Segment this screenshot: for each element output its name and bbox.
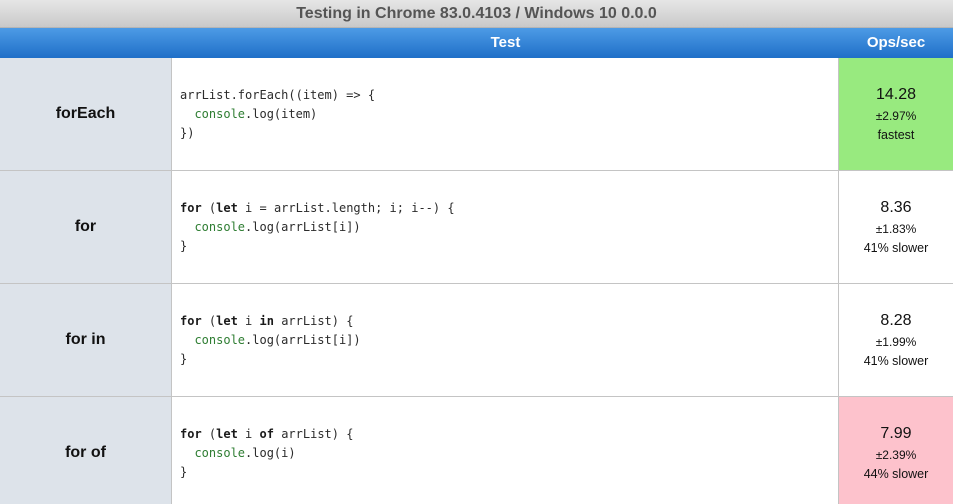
- ops-cell: 8.36 ±1.83% 41% slower: [839, 171, 953, 283]
- code-token: arrList) {: [273, 426, 354, 441]
- code-token: .log(i): [245, 445, 296, 460]
- code-line: }: [180, 237, 455, 256]
- code-token: .log(arrList[i]): [245, 219, 361, 234]
- ops-cell: 8.28 ±1.99% 41% slower: [839, 284, 953, 396]
- code-token: i = arrList.length; i; i--) {: [237, 200, 455, 215]
- ops-rank: 41% slower: [863, 354, 929, 368]
- test-name: for: [0, 171, 172, 283]
- table-row: for in for (let i in arrList) { console.…: [0, 284, 953, 397]
- ops-value: 7.99: [880, 425, 912, 442]
- ops-error: ±1.99%: [875, 335, 917, 349]
- ops-value: 14.28: [875, 86, 917, 103]
- code-token: }: [180, 238, 188, 253]
- code-line: console.log(item): [180, 105, 375, 124]
- table-row: for of for (let i of arrList) { console.…: [0, 397, 953, 504]
- code-line: for (let i = arrList.length; i; i--) {: [180, 199, 455, 218]
- code-token: let: [216, 200, 238, 215]
- code-line: for (let i of arrList) {: [180, 425, 353, 444]
- test-code: for (let i = arrList.length; i; i--) { c…: [172, 171, 839, 283]
- code-token: console: [194, 219, 246, 234]
- table-row: for for (let i = arrList.length; i; i--)…: [0, 171, 953, 284]
- code-token: arrList) {: [273, 313, 354, 328]
- code-line: console.log(i): [180, 444, 353, 463]
- ops-rank: fastest: [877, 128, 915, 142]
- code-token: let: [216, 313, 238, 328]
- test-code: arrList.forEach((item) => { console.log(…: [172, 58, 839, 170]
- code-line: }: [180, 463, 353, 482]
- code-line: }): [180, 124, 375, 143]
- ops-cell: 7.99 ±2.39% 44% slower: [839, 397, 953, 504]
- ops-rank: 44% slower: [863, 467, 929, 481]
- code-token: console: [194, 106, 246, 121]
- header-name-cell: [0, 28, 172, 58]
- ops-error: ±2.39%: [875, 448, 917, 462]
- test-code: for (let i of arrList) { console.log(i)}: [172, 397, 839, 504]
- code-token: }: [180, 351, 188, 366]
- code-token: console: [194, 445, 246, 460]
- code-token: }: [180, 464, 188, 479]
- code-line: console.log(arrList[i]): [180, 218, 455, 237]
- code-token: .log(arrList[i]): [245, 332, 361, 347]
- test-code: for (let i in arrList) { console.log(arr…: [172, 284, 839, 396]
- code-line: console.log(arrList[i]): [180, 331, 361, 350]
- ops-value: 8.28: [880, 312, 912, 329]
- code-block: for (let i in arrList) { console.log(arr…: [180, 312, 361, 369]
- results-table-body: forEach arrList.forEach((item) => { cons…: [0, 58, 953, 504]
- results-caption: Testing in Chrome 83.0.4103 / Windows 10…: [0, 0, 953, 28]
- code-token: for: [180, 426, 202, 441]
- ops-error: ±1.83%: [875, 222, 917, 236]
- code-token: i: [237, 426, 260, 441]
- code-block: for (let i = arrList.length; i; i--) { c…: [180, 199, 455, 256]
- test-name: for of: [0, 397, 172, 504]
- code-token: for: [180, 313, 202, 328]
- code-block: for (let i of arrList) { console.log(i)}: [180, 425, 353, 482]
- code-token: let: [216, 426, 238, 441]
- code-token: console: [194, 332, 246, 347]
- code-block: arrList.forEach((item) => { console.log(…: [180, 86, 375, 143]
- code-token: (: [201, 200, 217, 215]
- code-token: }): [180, 125, 195, 140]
- code-line: }: [180, 350, 361, 369]
- code-line: for (let i in arrList) {: [180, 312, 361, 331]
- code-token: for: [180, 200, 202, 215]
- table-row: forEach arrList.forEach((item) => { cons…: [0, 58, 953, 171]
- code-token: i: [237, 313, 260, 328]
- code-line: arrList.forEach((item) => {: [180, 86, 375, 105]
- results-table-header: Test Ops/sec: [0, 28, 953, 58]
- ops-error: ±2.97%: [875, 109, 917, 123]
- header-test-label: Test: [490, 34, 521, 51]
- test-name: for in: [0, 284, 172, 396]
- code-token: (: [201, 313, 217, 328]
- code-token: of: [259, 426, 274, 441]
- ops-rank: 41% slower: [863, 241, 929, 255]
- test-name: forEach: [0, 58, 172, 170]
- code-token: in: [259, 313, 274, 328]
- ops-cell: 14.28 ±2.97% fastest: [839, 58, 953, 170]
- header-ops-label: Ops/sec: [866, 34, 926, 51]
- code-token: (: [201, 426, 217, 441]
- ops-value: 8.36: [880, 199, 912, 216]
- code-token: .log(item): [245, 106, 318, 121]
- code-token: arrList.forEach((item) => {: [180, 87, 376, 102]
